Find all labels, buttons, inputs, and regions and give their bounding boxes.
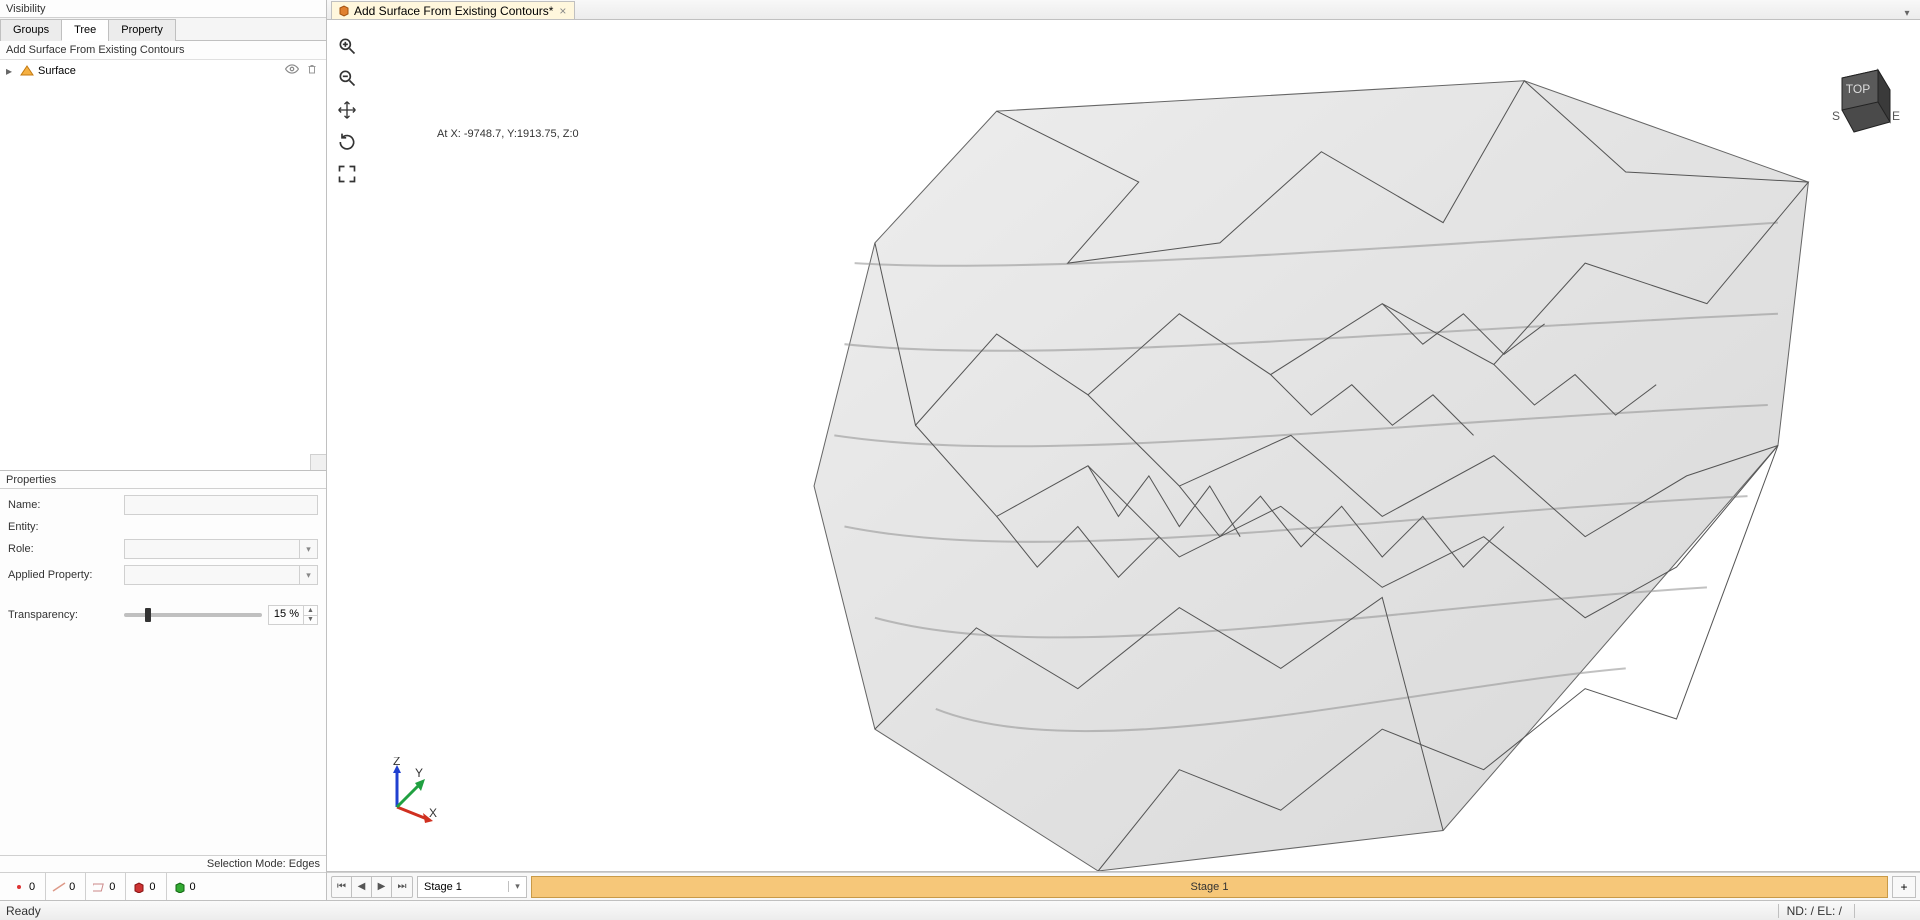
surface-mesh [327,20,1920,871]
label-transparency: Transparency: [8,609,118,621]
combo-applied-property[interactable]: ▾ [124,565,318,585]
label-entity: Entity: [8,521,118,533]
rotate-icon[interactable] [335,130,359,154]
tree-view[interactable]: ▸ Surface [0,59,326,470]
transparency-slider[interactable] [124,613,262,617]
viewport-3d[interactable]: At X: -9748.7, Y:1913.75, Z:0 TOP S E Z [327,20,1920,872]
count-value: 0 [109,881,115,893]
svg-text:S: S [1832,109,1840,123]
tree-subtitle: Add Surface From Existing Contours [0,41,326,59]
chevron-down-icon[interactable]: ▾ [299,566,317,584]
face-icon [92,880,106,894]
properties-title: Properties [0,471,326,489]
spin-down-icon[interactable]: ▼ [304,616,317,625]
add-stage-button[interactable]: + [1892,876,1916,898]
status-empty [1854,904,1914,918]
label-applied-property: Applied Property: [8,569,118,581]
zoom-out-icon[interactable] [335,66,359,90]
count-value: 0 [69,881,75,893]
stage-nav: ⏮ ◀ ▶ ⏭ [331,876,413,898]
document-tab[interactable]: Add Surface From Existing Contours* × [331,1,575,19]
scroll-corner [310,454,326,470]
stage-timeline-item[interactable]: Stage 1 [531,876,1888,898]
zoom-in-icon[interactable] [335,34,359,58]
label-name: Name: [8,499,118,511]
selection-counts: 0 0 0 0 0 [0,872,326,900]
cube-red-icon [132,880,146,894]
tab-property[interactable]: Property [108,19,176,41]
chevron-down-icon[interactable]: ▾ [508,881,526,892]
tab-tree[interactable]: Tree [61,19,109,41]
stage-next-icon[interactable]: ▶ [372,877,392,897]
document-icon [338,5,350,17]
slider-thumb[interactable] [145,608,151,622]
input-name[interactable] [124,495,318,515]
viewport-toolbar [335,34,359,186]
properties-panel: Properties Name: Entity: Role: ▾ Applied… [0,470,326,900]
cursor-coordinates: At X: -9748.7, Y:1913.75, Z:0 [437,128,579,140]
count-value: 0 [190,881,196,893]
selection-mode-label: Selection Mode: Edges [0,855,326,872]
svg-text:E: E [1892,109,1900,123]
cube-green-icon [173,880,187,894]
svg-text:Y: Y [415,766,423,780]
count-face: 0 [85,873,121,900]
close-tab-icon[interactable]: × [557,4,568,18]
count-volume-green: 0 [166,873,202,900]
visibility-tabs: Groups Tree Property [0,18,326,41]
count-value: 0 [29,881,35,893]
view-cube[interactable]: TOP S E [1812,60,1902,150]
stage-first-icon[interactable]: ⏮ [332,877,352,897]
stage-prev-icon[interactable]: ◀ [352,877,372,897]
tree-item-surface[interactable]: ▸ Surface [0,60,326,81]
count-point: 0 [6,873,41,900]
axis-gizmo[interactable]: Z X Y [367,757,437,827]
svg-text:TOP: TOP [1846,82,1870,96]
expand-icon[interactable]: ▸ [6,64,16,78]
svg-text:X: X [429,806,437,820]
point-icon [12,880,26,894]
spin-up-icon[interactable]: ▲ [304,606,317,616]
tree-item-label: Surface [38,65,280,77]
status-nd-el: ND: / EL: / [1778,904,1850,918]
transparency-value[interactable]: 15 % [269,606,303,624]
visibility-panel-title: Visibility [0,0,326,18]
document-tab-label: Add Surface From Existing Contours* [354,4,553,18]
tab-groups[interactable]: Groups [0,19,62,41]
stage-bar: ⏮ ◀ ▶ ⏭ Stage 1 ▾ Stage 1 + [327,872,1920,900]
edge-icon [52,880,66,894]
tab-overflow-icon[interactable]: ▾ [1900,8,1920,19]
count-volume-red: 0 [125,873,161,900]
fit-view-icon[interactable] [335,162,359,186]
combo-role[interactable]: ▾ [124,539,318,559]
count-edge: 0 [45,873,81,900]
status-text: Ready [6,904,41,918]
label-role: Role: [8,543,118,555]
pan-icon[interactable] [335,98,359,122]
stage-selector[interactable]: Stage 1 ▾ [417,876,527,898]
status-bar: Ready ND: / EL: / [0,900,1920,920]
svg-text:Z: Z [393,757,400,768]
chevron-down-icon[interactable]: ▾ [299,540,317,558]
count-value: 0 [149,881,155,893]
stage-selector-value: Stage 1 [418,881,508,893]
surface-icon [20,64,34,78]
visibility-toggle-icon[interactable] [284,62,300,79]
delete-icon[interactable] [304,63,320,78]
stage-last-icon[interactable]: ⏭ [392,877,412,897]
document-tabs: Add Surface From Existing Contours* × ▾ [327,0,1920,20]
